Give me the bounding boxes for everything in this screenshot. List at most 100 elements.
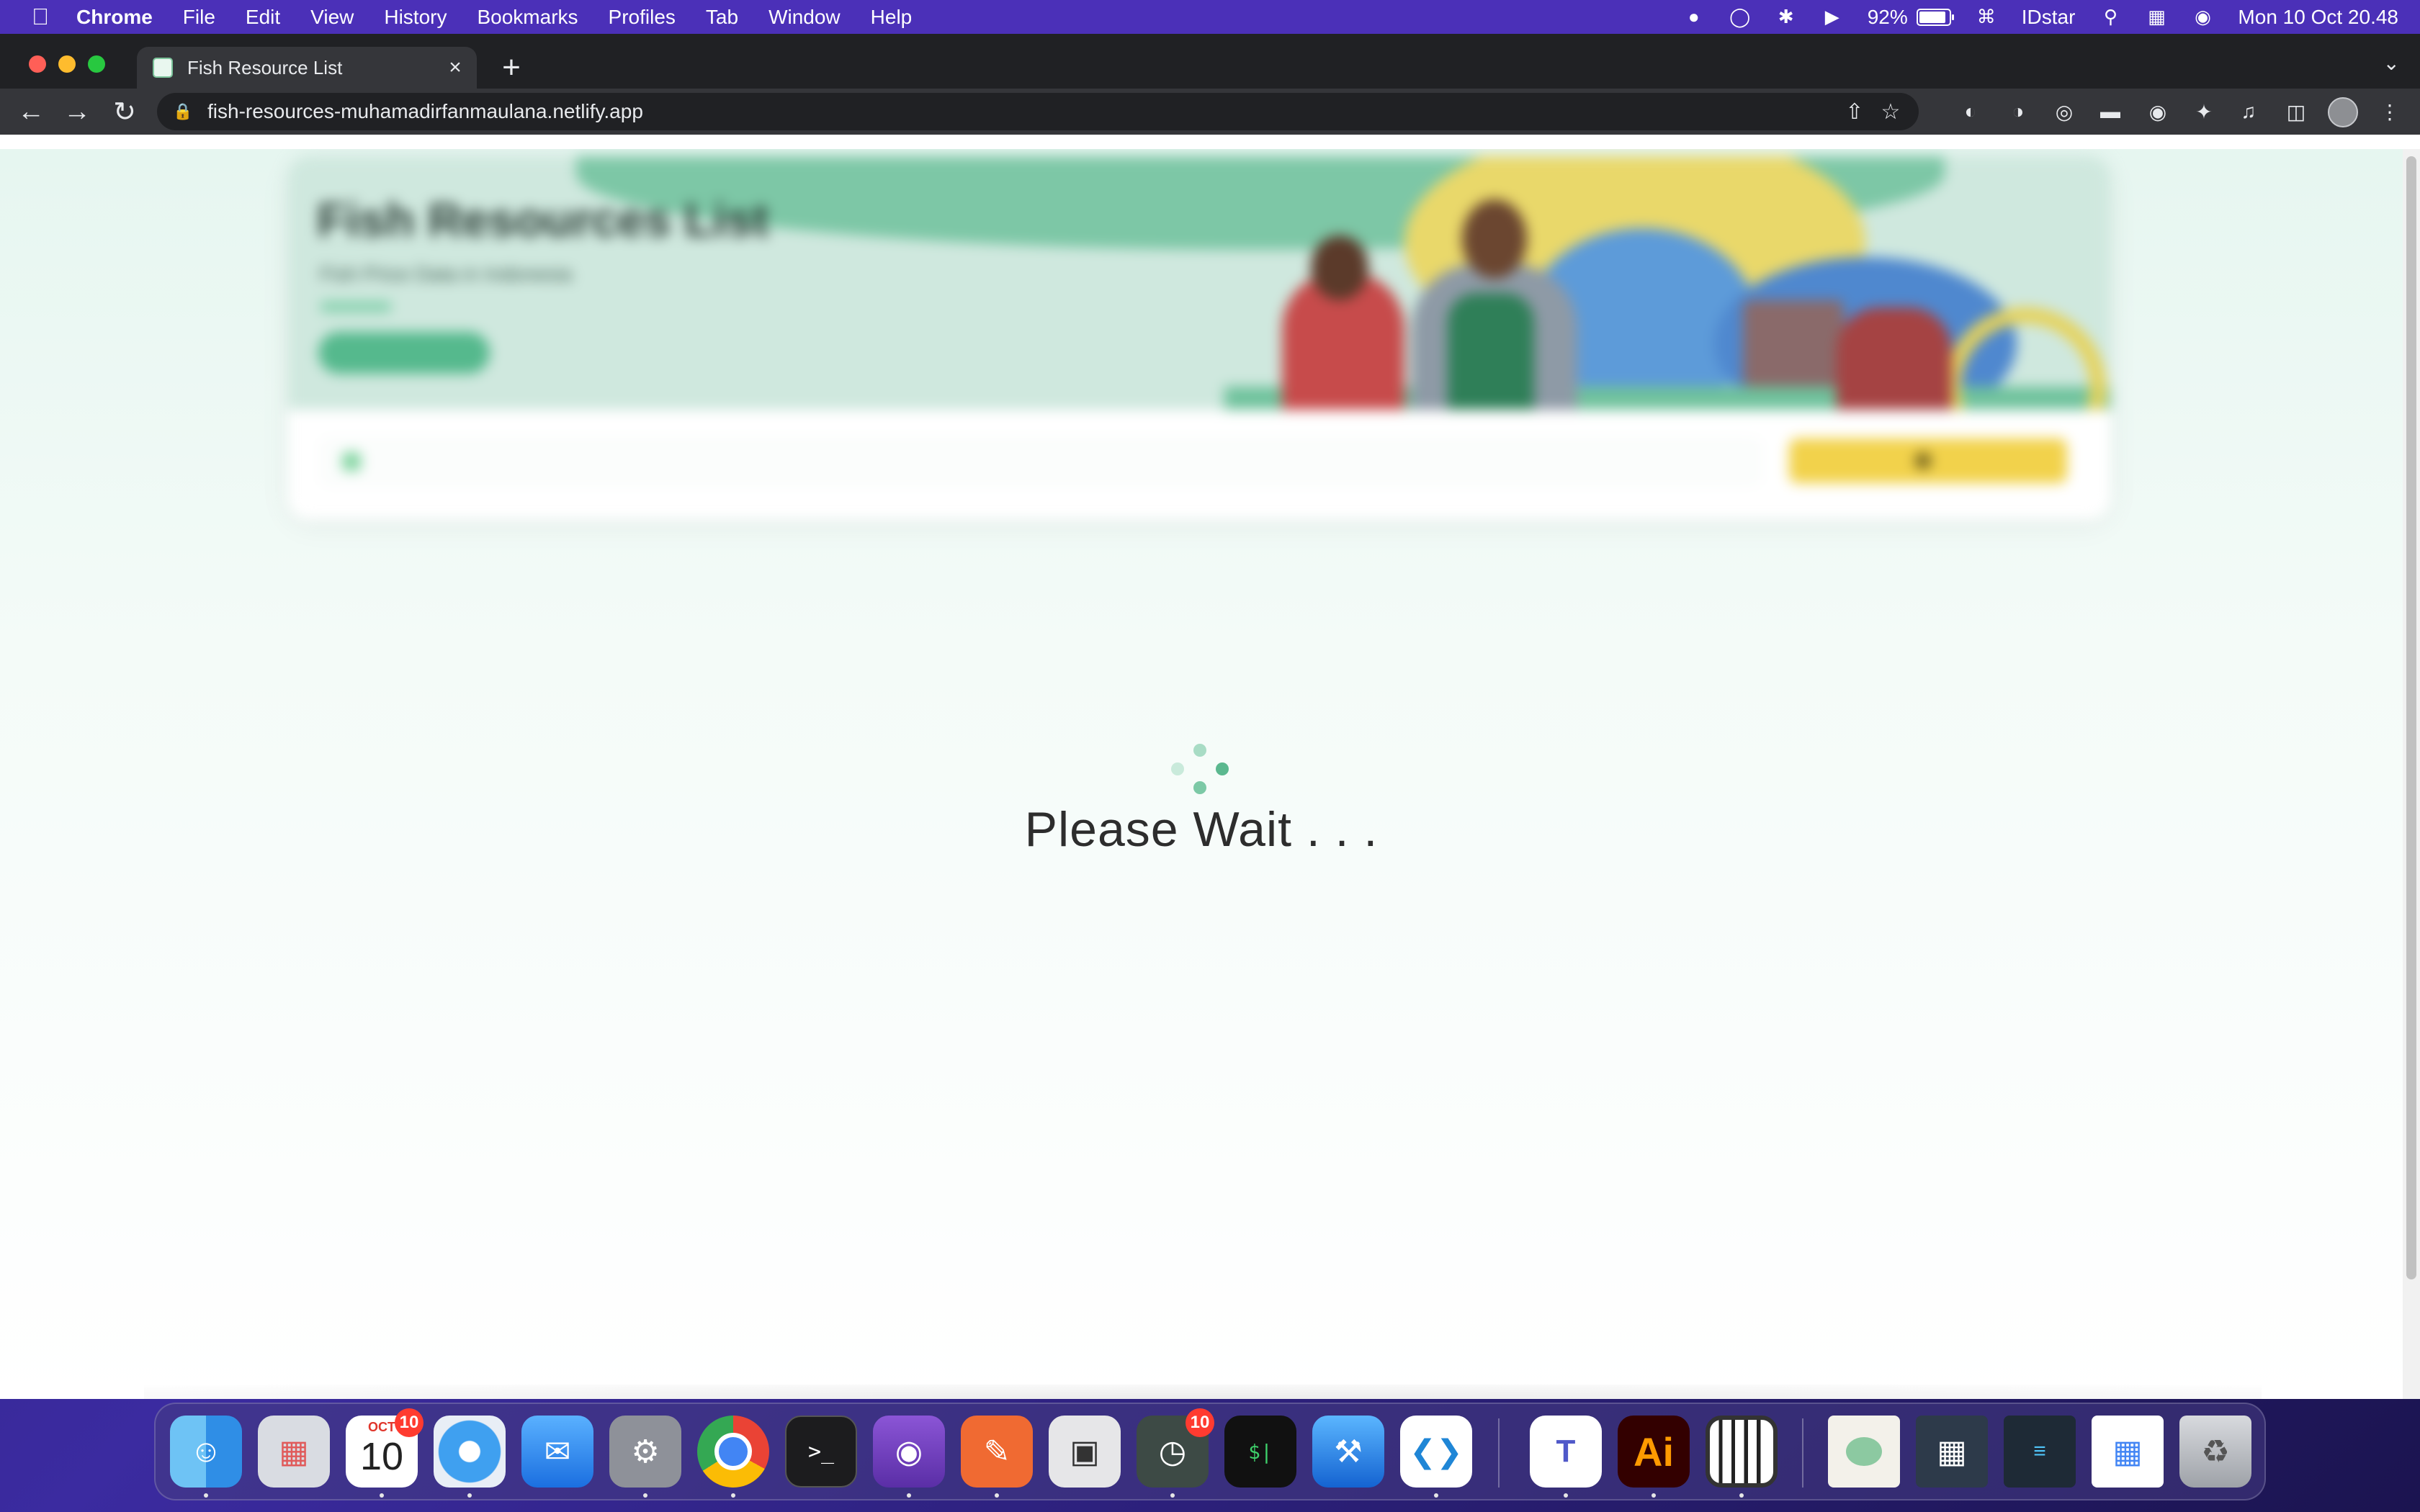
illustrator-icon[interactable]: Ai — [1618, 1416, 1690, 1488]
running-indicator — [1170, 1493, 1175, 1498]
mail-icon[interactable]: ✉ — [521, 1416, 593, 1488]
calendar-badge: 10 — [395, 1408, 424, 1437]
loading-text: Please Wait . . . — [1024, 802, 1379, 857]
blurred-header-card: Fish Resources List Fish Price Data in I… — [288, 156, 2110, 519]
menu-tab[interactable]: Tab — [706, 6, 738, 29]
menu-edit[interactable]: Edit — [246, 6, 280, 29]
menu-file[interactable]: File — [183, 6, 215, 29]
dock-separator — [1802, 1418, 1803, 1488]
profile-avatar[interactable] — [2328, 97, 2358, 127]
recent-finder-window-thumbnail[interactable]: ▦ — [1916, 1416, 1988, 1488]
search-input — [321, 438, 1760, 485]
menubar-user[interactable]: IDstar — [2022, 6, 2076, 29]
media-control-icon[interactable]: ♫ — [2236, 99, 2262, 125]
hero-subtitle: Fish Price Data in Indonesia — [320, 263, 573, 285]
running-indicator — [1564, 1493, 1568, 1498]
control-center-icon[interactable]: ▦ — [2146, 6, 2167, 28]
menu-window[interactable]: Window — [768, 6, 841, 29]
menu-profiles[interactable]: Profiles — [609, 6, 676, 29]
calendar-icon[interactable]: OCT 10 10 — [346, 1408, 424, 1488]
bookmark-star-icon[interactable]: ☆ — [1873, 99, 1909, 125]
running-indicator — [380, 1493, 384, 1498]
filter-icon — [1915, 453, 1931, 469]
reload-button[interactable]: ↻ — [107, 89, 143, 135]
menu-view[interactable]: View — [310, 6, 354, 29]
address-url[interactable]: fish-resources-muhamadirfanmaulana.netli… — [207, 100, 1837, 123]
extension-grammarly-icon[interactable]: ◉ — [2145, 99, 2171, 125]
wifi-icon[interactable]: ⌘ — [1976, 6, 1997, 28]
battery-icon[interactable] — [1916, 8, 1954, 26]
menu-app-name[interactable]: Chrome — [76, 6, 153, 29]
spinner-dot — [1171, 762, 1184, 775]
side-panel-icon[interactable]: ◫ — [2283, 99, 2309, 125]
trash-icon[interactable]: ♻ — [2179, 1416, 2251, 1488]
terminal-icon[interactable]: >_ — [785, 1416, 857, 1488]
creative-cloud-icon[interactable]: ◯ — [1729, 6, 1751, 28]
recent-vscode-window-thumbnail[interactable]: ≡ — [2004, 1416, 2076, 1488]
hero-person-head-1 — [1311, 235, 1368, 300]
site-favicon-icon — [153, 58, 173, 78]
hero-banner: Fish Resources List Fish Price Data in I… — [288, 156, 2110, 410]
fruit-app-icon[interactable]: ● — [1683, 6, 1705, 28]
finder-icon[interactable]: ☺ — [170, 1416, 242, 1488]
active-tab[interactable]: Fish Resource List × — [137, 47, 477, 89]
safari-icon[interactable] — [434, 1416, 506, 1488]
minimize-window-button[interactable] — [58, 55, 76, 73]
chrome-window: Fish Resource List × + ⌄ ← → ↻ 🔒 fish-re… — [0, 34, 2420, 1399]
play-circle-icon[interactable]: ▶ — [1821, 6, 1843, 28]
postman-icon[interactable]: ✎ — [961, 1416, 1033, 1488]
forward-button[interactable]: → — [59, 89, 95, 135]
running-indicator — [643, 1493, 647, 1498]
back-button[interactable]: ← — [13, 89, 49, 135]
siri-icon[interactable]: ◉ — [2192, 6, 2213, 28]
extension-color-icon[interactable]: ◐ — [1958, 99, 1984, 125]
spinner-dot — [1193, 781, 1206, 794]
menu-help[interactable]: Help — [871, 6, 913, 29]
running-indicator — [995, 1493, 999, 1498]
dock-separator — [1498, 1418, 1500, 1488]
xcode-icon[interactable]: ⚒ — [1312, 1416, 1384, 1488]
github-desktop-icon[interactable]: ◉ — [873, 1416, 945, 1488]
chrome-menu-icon[interactable]: ⋮ — [2377, 99, 2403, 125]
screenshot-icon[interactable]: ▣ — [1049, 1416, 1121, 1488]
scrollbar-thumb[interactable] — [2406, 156, 2416, 1279]
close-tab-icon[interactable]: × — [441, 55, 470, 80]
recent-document-thumbnail[interactable] — [1828, 1416, 1900, 1488]
vscode-icon[interactable]: ❮❯ — [1400, 1416, 1472, 1488]
recent-chrome-window-thumbnail[interactable]: ▦ — [2092, 1416, 2164, 1488]
hero-tag — [320, 302, 392, 312]
hero-cart-illustration — [1743, 300, 1844, 387]
menu-bookmarks[interactable]: Bookmarks — [477, 6, 578, 29]
zoom-window-button[interactable] — [88, 55, 105, 73]
calendar-day: 10 — [359, 1435, 404, 1478]
new-tab-button[interactable]: + — [497, 50, 526, 86]
launchpad-icon[interactable]: ▦ — [258, 1416, 330, 1488]
teams-icon[interactable]: T — [1530, 1416, 1602, 1488]
extension-globe-icon[interactable]: ◎ — [2051, 99, 2077, 125]
close-window-button[interactable] — [29, 55, 46, 73]
piano-app-icon[interactable] — [1706, 1416, 1778, 1488]
page-scrollbar[interactable] — [2403, 149, 2420, 1399]
chrome-icon[interactable] — [697, 1416, 769, 1488]
lock-icon[interactable]: 🔒 — [173, 102, 192, 121]
extensions-puzzle-icon[interactable]: ✦ — [2191, 99, 2217, 125]
filter-button — [1789, 438, 2067, 483]
search-icon — [342, 452, 361, 471]
system-preferences-icon[interactable]: ⚙ — [609, 1416, 681, 1488]
address-bar[interactable]: 🔒 fish-resources-muhamadirfanmaulana.net… — [157, 93, 1919, 130]
running-indicator — [1739, 1493, 1744, 1498]
apple-menu-icon[interactable]:  — [26, 4, 55, 30]
illustrator-label: Ai — [1634, 1428, 1674, 1475]
extension-dark-mode-icon[interactable]: ◑ — [2005, 99, 2031, 125]
hero-person-head-2 — [1462, 199, 1527, 279]
iterm-icon[interactable]: $| — [1224, 1416, 1296, 1488]
activity-app-icon[interactable]: ◷ 10 — [1137, 1408, 1214, 1488]
extension-window-icon[interactable]: ▬ — [2097, 99, 2123, 125]
share-icon[interactable]: ⇧ — [1837, 99, 1873, 125]
menu-history[interactable]: History — [384, 6, 447, 29]
running-indicator — [1434, 1493, 1438, 1498]
bluetooth-icon[interactable]: ✱ — [1775, 6, 1797, 28]
menubar-datetime[interactable]: Mon 10 Oct 20.48 — [2238, 6, 2398, 29]
tab-search-chevron-icon[interactable]: ⌄ — [2383, 51, 2400, 75]
spotlight-search-icon[interactable]: ⚲ — [2099, 6, 2121, 28]
